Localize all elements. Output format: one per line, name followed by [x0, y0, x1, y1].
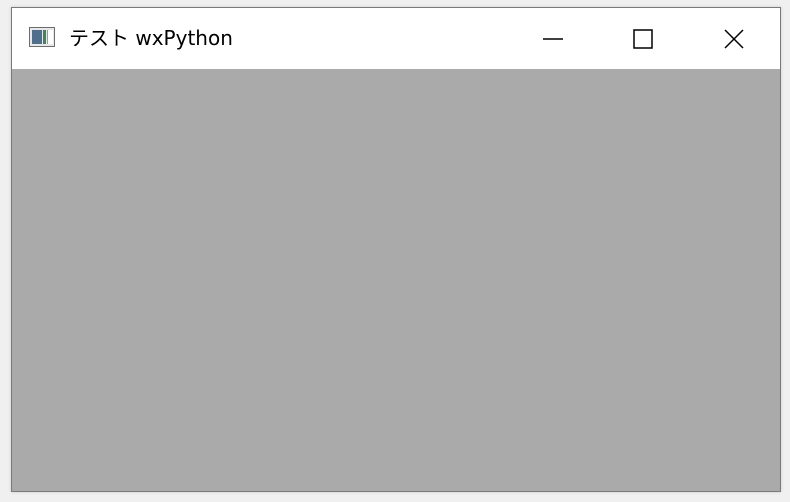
app-window: テスト wxPython: [11, 7, 781, 492]
client-area: [12, 69, 780, 491]
window-title: テスト wxPython: [69, 26, 233, 50]
close-button[interactable]: [688, 8, 780, 69]
minimize-icon: [543, 37, 563, 40]
close-icon: [724, 28, 744, 49]
maximize-icon: [633, 28, 653, 49]
title-bar[interactable]: テスト wxPython: [12, 8, 780, 69]
minimize-button[interactable]: [507, 8, 599, 69]
maximize-button[interactable]: [597, 8, 689, 69]
app-window-icon[interactable]: [29, 27, 55, 47]
